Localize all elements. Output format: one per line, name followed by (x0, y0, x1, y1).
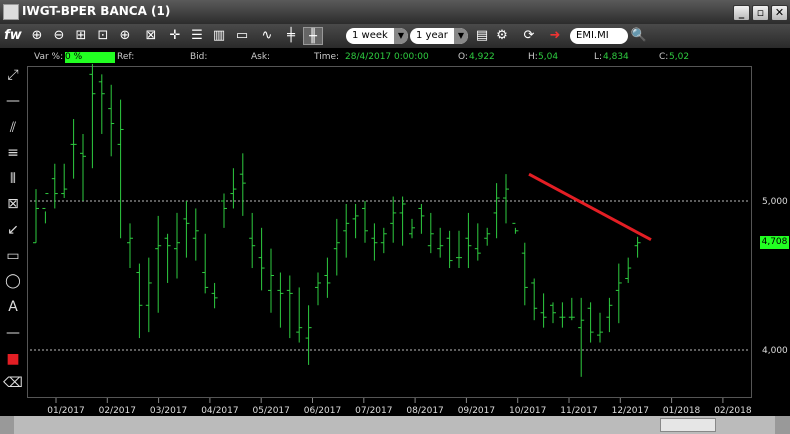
scroll-thumb[interactable] (660, 418, 716, 432)
x-tick-label: 09/2017 (458, 406, 495, 416)
price-chart: 5,000 4,000 01/2017 02/2017 03/2017 04/2017 05… (30, 63, 788, 416)
scroll-left-button[interactable] (0, 416, 14, 434)
x-tick-label: 07/2017 (355, 406, 392, 416)
x-tick-label: 03/2017 (150, 406, 187, 416)
x-tick-label: 11/2017 (560, 406, 597, 416)
x-tick-label: 06/2017 (304, 406, 341, 416)
x-tick-label: 02/2018 (714, 406, 752, 416)
scroll-right-button[interactable] (775, 416, 790, 434)
trendline (528, 172, 652, 242)
x-tick-label: 08/2017 (406, 406, 443, 416)
last-price-tag: 4,708 (760, 236, 789, 249)
x-tick-label: 02/2017 (99, 406, 136, 416)
y-tick-label: 5,000 (762, 197, 788, 207)
x-tick-label: 01/2018 (663, 406, 701, 416)
x-tick-label: 12/2017 (612, 406, 649, 416)
x-tick-label: 01/2017 (47, 406, 84, 416)
y-tick-label: 4,000 (762, 346, 788, 356)
x-tick-label: 04/2017 (201, 406, 238, 416)
x-tick-label: 10/2017 (509, 406, 546, 416)
x-tick-label: 05/2017 (253, 406, 290, 416)
